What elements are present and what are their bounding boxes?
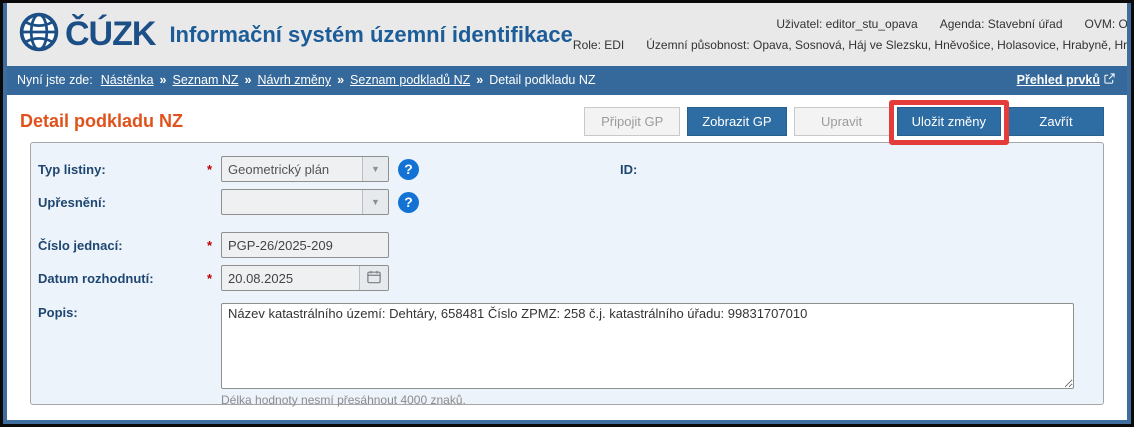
action-toolbar: Připojit GP Zobrazit GP Upravit Uložit z… (584, 107, 1104, 136)
ulozit-zmeny-button[interactable]: Uložit změny (897, 107, 1001, 136)
required-marker: * (207, 271, 221, 286)
logo-text: ČÚZK (65, 15, 155, 54)
breadcrumb-current: Detail podkladu NZ (489, 73, 595, 87)
upresneni-help-icon[interactable]: ? (398, 192, 419, 213)
popis-row: Popis: Název katastrálního území: Dehtár… (38, 303, 1093, 389)
external-link-icon (1104, 73, 1115, 87)
required-marker: * (207, 238, 221, 253)
datum-rozhodnuti-row: Datum rozhodnutí: * (38, 265, 1093, 291)
ovm-label: OVM: OPAVA (1085, 17, 1132, 31)
breadcrumb-bar: Nyní jste zde: Nástěnka » Seznam NZ » Ná… (7, 66, 1127, 95)
breadcrumb-prefix: Nyní jste zde: (17, 73, 93, 87)
id-label: ID: (620, 162, 637, 177)
calendar-icon (367, 270, 381, 287)
cuzk-logo: ČÚZK (17, 10, 155, 59)
breadcrumb-link-seznam-nz[interactable]: Seznam NZ (173, 73, 239, 87)
zavrit-button[interactable]: Zavřít (1008, 107, 1104, 136)
popis-textarea[interactable]: Název katastrálního území: Dehtáry, 6584… (221, 303, 1074, 389)
page-title: Detail podkladu NZ (20, 111, 183, 132)
chevron-down-icon: ▼ (362, 190, 388, 214)
upresneni-label: Upřesnění: (38, 195, 207, 210)
cislo-jednaci-row: Číslo jednací: * (38, 232, 1093, 258)
title-toolbar-row: Detail podkladu NZ Připojit GP Zobrazit … (20, 105, 1104, 137)
datum-rozhodnuti-field (221, 265, 389, 291)
globe-icon (17, 10, 61, 59)
overview-link-area: Přehled prvků (1017, 73, 1115, 87)
cislo-jednaci-input (221, 232, 389, 258)
breadcrumb-separator: » (337, 73, 344, 87)
datum-rozhodnuti-input (222, 266, 359, 290)
scope-label: Územní působnost: Opava, Sosnová, Háj ve… (646, 38, 1131, 52)
upresneni-select: ▼ (221, 189, 389, 215)
content-area: Detail podkladu NZ Připojit GP Zobrazit … (7, 95, 1127, 420)
upresneni-row: Upřesnění: ▼ ? (38, 189, 1093, 215)
app-window-inner: ČÚZK Informační systém územní identifika… (3, 3, 1131, 424)
chevron-down-icon: ▼ (362, 157, 388, 181)
typ-listiny-value: Geometrický plán (222, 162, 362, 177)
app-window: ČÚZK Informační systém územní identifika… (0, 0, 1134, 427)
detail-form-panel: Typ listiny: * Geometrický plán ▼ ? ID: … (30, 142, 1104, 405)
role-label: Role: EDI (573, 38, 624, 52)
pripojit-gp-button: Připojit GP (584, 107, 680, 136)
zobrazit-gp-button[interactable]: Zobrazit GP (687, 107, 786, 136)
header-user-info: Uživatel: editor_stu_opava Agenda: Stave… (573, 13, 1131, 57)
app-title: Informační systém územní identifikace (169, 22, 572, 48)
datum-rozhodnuti-label: Datum rozhodnutí: (38, 271, 207, 286)
breadcrumb-link-nastenka[interactable]: Nástěnka (101, 73, 154, 87)
app-header: ČÚZK Informační systém územní identifika… (7, 3, 1127, 66)
popis-hint: Délka hodnoty nesmí přesáhnout 4000 znak… (221, 393, 1093, 407)
header-user-area: Uživatel: editor_stu_opava Agenda: Stave… (573, 13, 1131, 57)
user-label: Uživatel: editor_stu_opava (776, 17, 917, 31)
cislo-jednaci-label: Číslo jednací: (38, 238, 207, 253)
typ-listiny-label: Typ listiny: (38, 162, 207, 177)
breadcrumb-separator: » (245, 73, 252, 87)
breadcrumb-link-navrh-zmeny[interactable]: Návrh změny (257, 73, 331, 87)
calendar-button (359, 266, 388, 290)
agenda-label: Agenda: Stavební úřad (940, 17, 1063, 31)
breadcrumb-separator: » (476, 73, 483, 87)
breadcrumb-link-seznam-podkladu-nz[interactable]: Seznam podkladů NZ (350, 73, 470, 87)
typ-listiny-help-icon[interactable]: ? (398, 159, 419, 180)
upravit-button: Upravit (794, 107, 890, 136)
overview-link[interactable]: Přehled prvků (1017, 73, 1100, 87)
breadcrumb-separator: » (160, 73, 167, 87)
popis-label: Popis: (38, 303, 207, 320)
required-marker: * (207, 162, 221, 177)
typ-listiny-row: Typ listiny: * Geometrický plán ▼ ? ID: (38, 156, 1093, 182)
typ-listiny-select: Geometrický plán ▼ (221, 156, 389, 182)
